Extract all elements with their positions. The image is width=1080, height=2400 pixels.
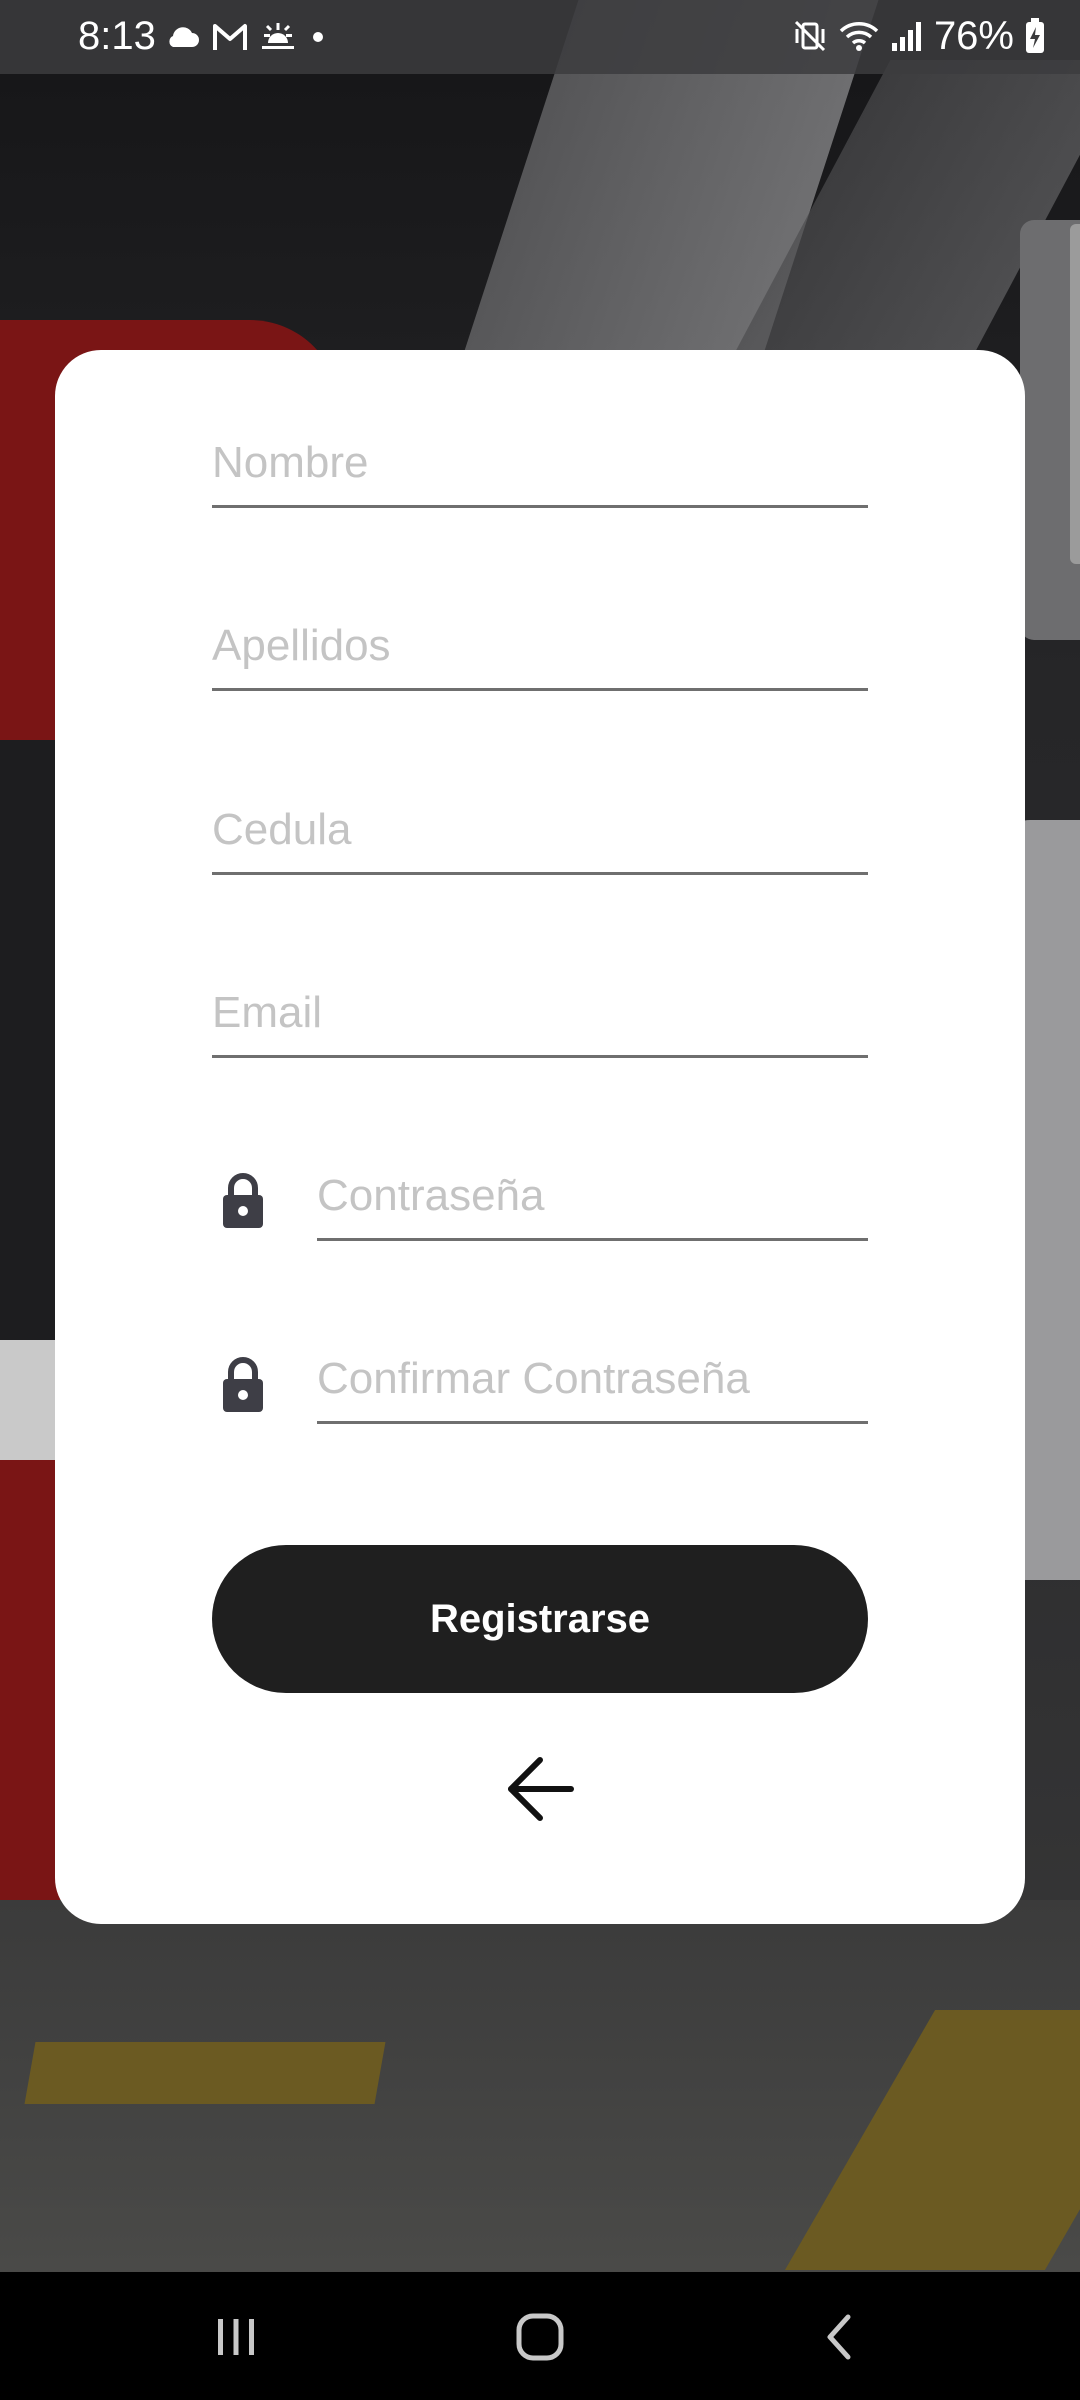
battery-percentage: 76% xyxy=(933,14,1014,58)
status-notification-icons xyxy=(164,16,328,58)
gmail-icon xyxy=(213,24,247,50)
recent-apps-button[interactable] xyxy=(196,2302,276,2372)
home-icon xyxy=(516,2313,564,2361)
nombre-input[interactable] xyxy=(212,420,868,508)
nombre-field-wrapper xyxy=(212,420,868,510)
cedula-input[interactable] xyxy=(212,787,868,875)
battery-charging-icon xyxy=(1026,18,1044,53)
status-bar: 8:13 76% xyxy=(0,0,1080,74)
lock-icon xyxy=(223,1173,263,1228)
register-button[interactable]: Registrarse xyxy=(212,1545,868,1693)
back-button[interactable] xyxy=(800,2302,880,2372)
signal-icon xyxy=(891,22,921,51)
status-system-icons: 76% xyxy=(792,14,1046,58)
password-field-wrapper xyxy=(317,1153,868,1243)
status-time: 8:13 xyxy=(78,14,156,58)
apellidos-field-wrapper xyxy=(212,603,868,693)
cloud-icon xyxy=(169,27,199,47)
home-button[interactable] xyxy=(500,2302,580,2372)
navigation-bar xyxy=(0,2272,1080,2400)
arrow-left-icon[interactable] xyxy=(503,1752,577,1826)
confirm-password-input[interactable] xyxy=(317,1336,868,1424)
background-bus-stripe xyxy=(0,1340,60,1460)
email-input[interactable] xyxy=(212,970,868,1058)
confirm-password-field-wrapper xyxy=(317,1336,868,1426)
email-field-wrapper xyxy=(212,970,868,1060)
lock-icon xyxy=(223,1357,263,1412)
cedula-field-wrapper xyxy=(212,787,868,877)
apellidos-input[interactable] xyxy=(212,603,868,691)
wifi-icon xyxy=(839,22,879,51)
background-bus-window xyxy=(0,740,60,1340)
password-input[interactable] xyxy=(317,1153,868,1241)
mute-vibrate-icon xyxy=(794,20,825,52)
scroll-handle[interactable] xyxy=(1070,224,1080,564)
registration-card: Registrarse xyxy=(55,350,1025,1924)
back-icon xyxy=(827,2314,851,2360)
dot-icon xyxy=(313,32,323,42)
recent-apps-icon xyxy=(218,2319,254,2355)
sunrise-icon xyxy=(262,23,294,49)
background-tactile-strip xyxy=(24,2042,386,2104)
